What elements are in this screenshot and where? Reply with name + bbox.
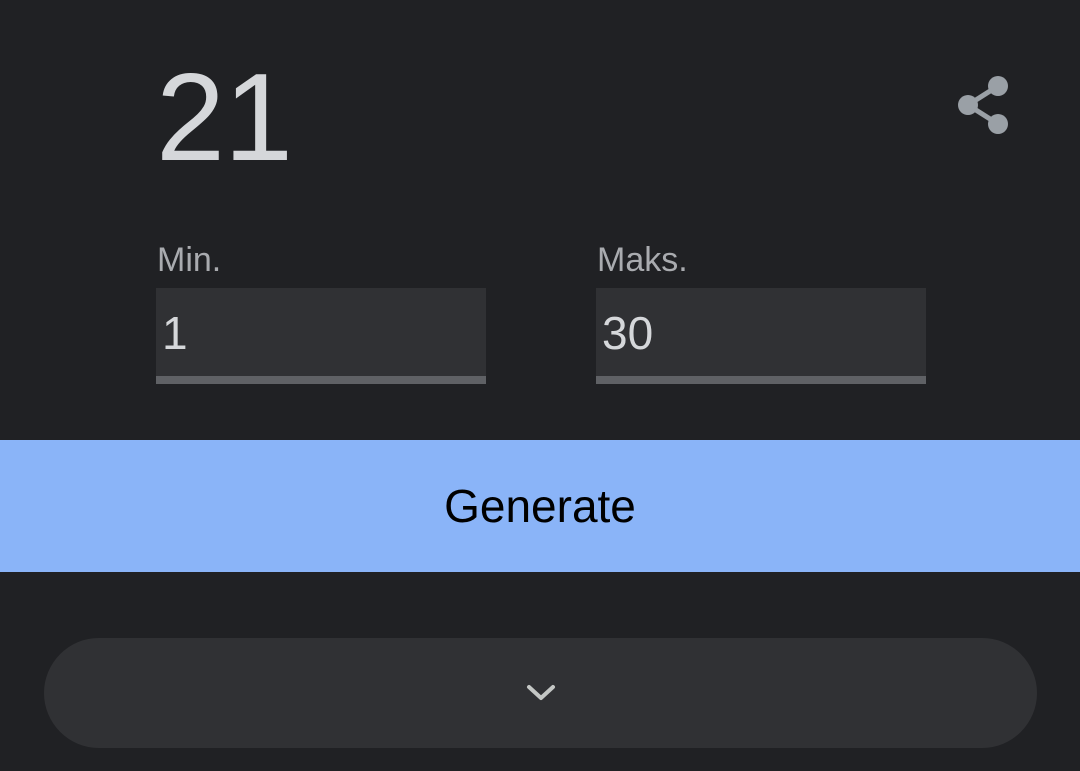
result-number: 21 xyxy=(156,49,293,187)
generate-button[interactable]: Generate xyxy=(0,440,1080,572)
random-number-card: 21 Min. Maks. Generate xyxy=(0,0,1080,771)
max-field xyxy=(596,288,926,384)
expand-button[interactable] xyxy=(44,638,1037,748)
min-label: Min. xyxy=(157,241,222,279)
share-icon[interactable] xyxy=(952,72,1014,138)
max-label: Maks. xyxy=(597,241,688,279)
chevron-down-icon xyxy=(526,685,555,700)
min-input[interactable] xyxy=(162,304,472,362)
min-field xyxy=(156,288,486,384)
max-input[interactable] xyxy=(602,304,912,362)
generate-button-label: Generate xyxy=(444,480,636,532)
